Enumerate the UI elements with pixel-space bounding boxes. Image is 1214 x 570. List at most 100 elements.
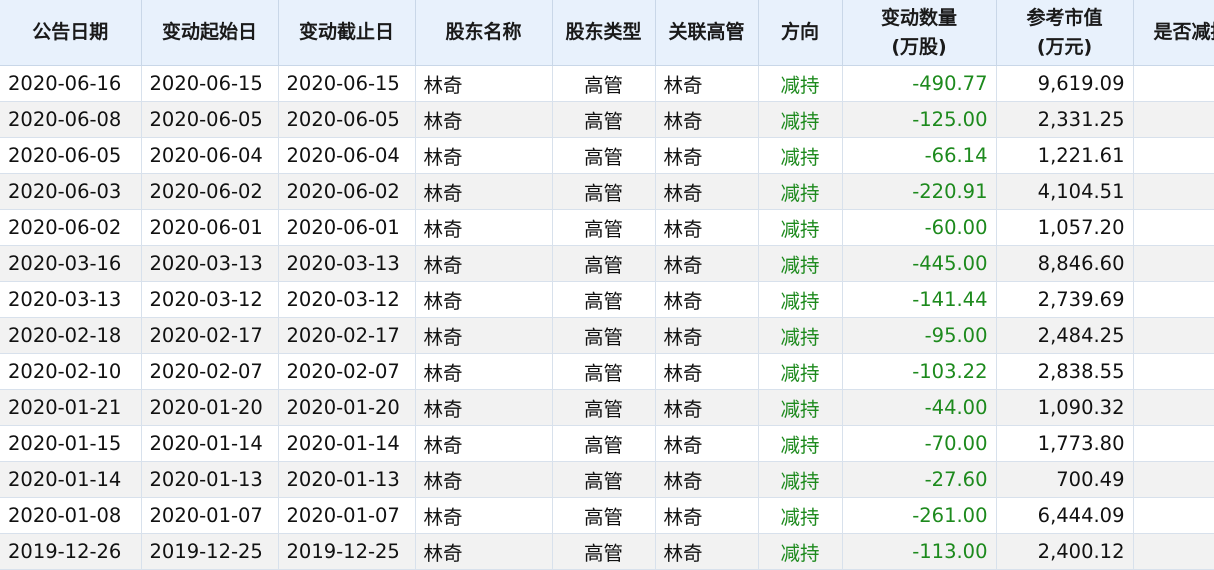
column-header-label: 变动起始日 [142, 18, 278, 47]
cell-start-date: 2020-06-05 [141, 102, 278, 138]
cell-end-date: 2020-06-15 [278, 66, 415, 102]
cell-start-date: 2020-03-13 [141, 246, 278, 282]
cell-related-exec: 林奇 [655, 426, 758, 462]
table-row[interactable]: 2020-06-032020-06-022020-06-02林奇高管林奇减持-2… [0, 174, 1214, 210]
column-header-holder-type[interactable]: 股东类型 [552, 0, 655, 66]
cell-related-exec: 林奇 [655, 102, 758, 138]
cell-holder-type: 高管 [552, 354, 655, 390]
cell-is-reduce: -- [1133, 210, 1214, 246]
cell-change-qty: -125.00 [842, 102, 996, 138]
cell-ref-value: 2,739.69 [996, 282, 1133, 318]
table-row[interactable]: 2020-06-082020-06-052020-06-05林奇高管林奇减持-1… [0, 102, 1214, 138]
cell-direction: 减持 [758, 138, 842, 174]
cell-ref-value: 1,057.20 [996, 210, 1133, 246]
cell-start-date: 2020-02-07 [141, 354, 278, 390]
cell-change-qty: -95.00 [842, 318, 996, 354]
cell-direction: 减持 [758, 246, 842, 282]
cell-change-qty: -261.00 [842, 498, 996, 534]
column-header-holder-name[interactable]: 股东名称 [415, 0, 552, 66]
cell-change-qty: -220.91 [842, 174, 996, 210]
cell-start-date: 2020-06-01 [141, 210, 278, 246]
cell-ref-value: 8,846.60 [996, 246, 1133, 282]
cell-holder-type: 高管 [552, 426, 655, 462]
cell-end-date: 2020-01-20 [278, 390, 415, 426]
cell-start-date: 2020-01-07 [141, 498, 278, 534]
cell-announce-date: 2020-06-08 [0, 102, 141, 138]
cell-ref-value: 2,484.25 [996, 318, 1133, 354]
cell-holder-name: 林奇 [415, 282, 552, 318]
cell-end-date: 2020-06-02 [278, 174, 415, 210]
cell-end-date: 2019-12-25 [278, 534, 415, 570]
table-row[interactable]: 2020-02-102020-02-072020-02-07林奇高管林奇减持-1… [0, 354, 1214, 390]
cell-holder-name: 林奇 [415, 462, 552, 498]
cell-is-reduce: -- [1133, 534, 1214, 570]
cell-direction: 减持 [758, 174, 842, 210]
cell-direction: 减持 [758, 354, 842, 390]
cell-end-date: 2020-06-01 [278, 210, 415, 246]
cell-holder-name: 林奇 [415, 426, 552, 462]
cell-ref-value: 1,221.61 [996, 138, 1133, 174]
table-row[interactable]: 2020-06-162020-06-152020-06-15林奇高管林奇减持-4… [0, 66, 1214, 102]
cell-announce-date: 2020-03-13 [0, 282, 141, 318]
cell-ref-value: 6,444.09 [996, 498, 1133, 534]
table-row[interactable]: 2020-03-162020-03-132020-03-13林奇高管林奇减持-4… [0, 246, 1214, 282]
table-row[interactable]: 2019-12-262019-12-252019-12-25林奇高管林奇减持-1… [0, 534, 1214, 570]
cell-change-qty: -141.44 [842, 282, 996, 318]
cell-direction: 减持 [758, 426, 842, 462]
table-row[interactable]: 2020-01-082020-01-072020-01-07林奇高管林奇减持-2… [0, 498, 1214, 534]
column-header-change-qty[interactable]: 变动数量(万股) [842, 0, 996, 66]
cell-end-date: 2020-03-13 [278, 246, 415, 282]
cell-start-date: 2020-01-20 [141, 390, 278, 426]
table-row[interactable]: 2020-02-182020-02-172020-02-17林奇高管林奇减持-9… [0, 318, 1214, 354]
cell-announce-date: 2020-06-03 [0, 174, 141, 210]
cell-direction: 减持 [758, 210, 842, 246]
table-row[interactable]: 2020-06-052020-06-042020-06-04林奇高管林奇减持-6… [0, 138, 1214, 174]
cell-change-qty: -445.00 [842, 246, 996, 282]
cell-holder-name: 林奇 [415, 354, 552, 390]
cell-holder-type: 高管 [552, 246, 655, 282]
column-header-start-date[interactable]: 变动起始日 [141, 0, 278, 66]
cell-end-date: 2020-06-04 [278, 138, 415, 174]
column-header-related-exec[interactable]: 关联高管 [655, 0, 758, 66]
cell-direction: 减持 [758, 318, 842, 354]
column-header-is-reduce[interactable]: 是否减持 [1133, 0, 1214, 66]
table-row[interactable]: 2020-06-022020-06-012020-06-01林奇高管林奇减持-6… [0, 210, 1214, 246]
cell-start-date: 2020-06-02 [141, 174, 278, 210]
cell-related-exec: 林奇 [655, 246, 758, 282]
cell-start-date: 2020-06-15 [141, 66, 278, 102]
column-header-direction[interactable]: 方向 [758, 0, 842, 66]
cell-ref-value: 2,838.55 [996, 354, 1133, 390]
table-row[interactable]: 2020-01-152020-01-142020-01-14林奇高管林奇减持-7… [0, 426, 1214, 462]
cell-change-qty: -70.00 [842, 426, 996, 462]
column-header-announce-date[interactable]: 公告日期 [0, 0, 141, 66]
column-header-label: 参考市值 [997, 4, 1133, 33]
table-row[interactable]: 2020-03-132020-03-122020-03-12林奇高管林奇减持-1… [0, 282, 1214, 318]
cell-announce-date: 2020-01-21 [0, 390, 141, 426]
column-header-ref-value[interactable]: 参考市值(万元) [996, 0, 1133, 66]
column-header-end-date[interactable]: 变动截止日 [278, 0, 415, 66]
cell-start-date: 2020-01-13 [141, 462, 278, 498]
cell-end-date: 2020-02-07 [278, 354, 415, 390]
cell-direction: 减持 [758, 390, 842, 426]
column-header-label: 股东名称 [416, 18, 552, 47]
cell-holder-type: 高管 [552, 534, 655, 570]
table-body: 2020-06-162020-06-152020-06-15林奇高管林奇减持-4… [0, 66, 1214, 570]
cell-holder-name: 林奇 [415, 318, 552, 354]
table-row[interactable]: 2020-01-212020-01-202020-01-20林奇高管林奇减持-4… [0, 390, 1214, 426]
cell-announce-date: 2020-06-02 [0, 210, 141, 246]
cell-related-exec: 林奇 [655, 210, 758, 246]
cell-is-reduce: -- [1133, 318, 1214, 354]
cell-holder-type: 高管 [552, 318, 655, 354]
cell-ref-value: 4,104.51 [996, 174, 1133, 210]
cell-is-reduce: -- [1133, 138, 1214, 174]
table-row[interactable]: 2020-01-142020-01-132020-01-13林奇高管林奇减持-2… [0, 462, 1214, 498]
cell-related-exec: 林奇 [655, 534, 758, 570]
cell-holder-name: 林奇 [415, 102, 552, 138]
cell-direction: 减持 [758, 498, 842, 534]
cell-end-date: 2020-01-07 [278, 498, 415, 534]
cell-direction: 减持 [758, 102, 842, 138]
cell-is-reduce: -- [1133, 174, 1214, 210]
cell-holder-type: 高管 [552, 174, 655, 210]
column-header-label: 变动数量 [843, 4, 996, 33]
cell-related-exec: 林奇 [655, 354, 758, 390]
